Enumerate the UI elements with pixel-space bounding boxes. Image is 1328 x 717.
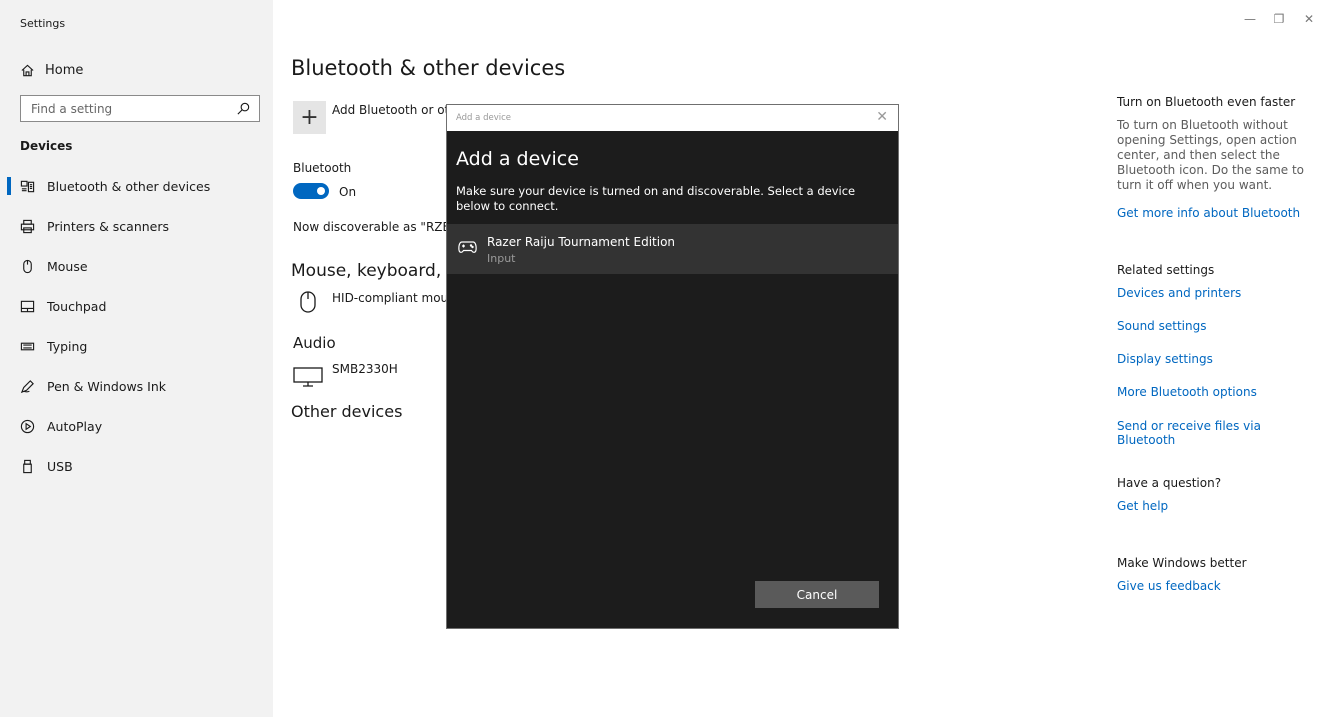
dialog-titlebar: Add a device ✕: [447, 105, 898, 131]
more-bluetooth-options-link[interactable]: More Bluetooth options: [1117, 385, 1317, 399]
close-button[interactable]: ✕: [1302, 12, 1316, 26]
mouse-device-icon: [298, 290, 318, 314]
audio-heading: Audio: [293, 334, 336, 352]
mouse-device-name[interactable]: HID-compliant mouse: [332, 291, 446, 305]
sidebar-item-mouse[interactable]: Mouse: [0, 246, 273, 286]
gamepad-icon: [458, 239, 477, 253]
home-link[interactable]: Home: [20, 59, 83, 81]
bluetooth-faster-heading: Turn on Bluetooth even faster: [1117, 95, 1296, 109]
sidebar-item-bluetooth[interactable]: Bluetooth & other devices: [0, 166, 273, 206]
sidebar-item-label: Mouse: [47, 258, 88, 274]
search-input[interactable]: [31, 101, 221, 116]
add-device-button[interactable]: +: [293, 101, 326, 134]
device-name: Razer Raiju Tournament Edition: [487, 235, 676, 249]
sound-settings-link[interactable]: Sound settings: [1117, 319, 1317, 333]
bluetooth-faster-text: To turn on Bluetooth without opening Set…: [1117, 118, 1305, 192]
sidebar-item-usb[interactable]: USB: [0, 446, 273, 486]
sidebar-item-label: AutoPlay: [47, 418, 103, 434]
sidebar: Settings Home Devices Bluetooth & other …: [0, 0, 273, 717]
home-icon: [20, 63, 35, 78]
audio-device-name[interactable]: SMB2330H: [332, 362, 398, 376]
device-list-item[interactable]: Razer Raiju Tournament Edition Input: [447, 224, 898, 274]
pen-icon: [20, 379, 35, 394]
printer-icon: [20, 219, 35, 234]
sidebar-item-label: Bluetooth & other devices: [47, 178, 211, 194]
give-feedback-link[interactable]: Give us feedback: [1117, 579, 1317, 593]
settings-window: Settings Home Devices Bluetooth & other …: [0, 0, 1328, 717]
minimize-button[interactable]: —: [1243, 12, 1257, 26]
display-settings-link[interactable]: Display settings: [1117, 352, 1317, 366]
search-box[interactable]: [20, 95, 260, 122]
page-title: Bluetooth & other devices: [291, 56, 566, 80]
make-windows-better-heading: Make Windows better: [1117, 556, 1247, 570]
get-help-link[interactable]: Get help: [1117, 499, 1317, 513]
cancel-button[interactable]: Cancel: [755, 581, 879, 608]
usb-icon: [20, 459, 35, 474]
devices-printers-link[interactable]: Devices and printers: [1117, 286, 1317, 300]
sidebar-item-printers[interactable]: Printers & scanners: [0, 206, 273, 246]
device-type: Input: [487, 252, 516, 265]
bluetooth-devices-icon: [20, 179, 35, 194]
mouse-keyboard-pen-heading: Mouse, keyboard, & pen: [291, 261, 446, 281]
dialog-close-icon[interactable]: ✕: [876, 109, 888, 125]
bluetooth-info-link[interactable]: Get more info about Bluetooth: [1117, 206, 1317, 220]
sidebar-item-label: Printers & scanners: [47, 218, 170, 234]
search-icon[interactable]: [236, 101, 251, 116]
section-label-devices: Devices: [20, 139, 73, 153]
sidebar-item-label: USB: [47, 458, 73, 474]
autoplay-icon: [20, 419, 35, 434]
dialog-window-title: Add a device: [456, 113, 511, 123]
bluetooth-toggle[interactable]: [293, 183, 329, 199]
home-label: Home: [45, 62, 84, 78]
sidebar-item-label: Typing: [47, 338, 88, 354]
sidebar-item-label: Pen & Windows Ink: [47, 378, 167, 394]
keyboard-icon: [20, 339, 35, 354]
bluetooth-label: Bluetooth: [293, 161, 352, 175]
touchpad-icon: [20, 299, 35, 314]
sidebar-item-pen[interactable]: Pen & Windows Ink: [0, 366, 273, 406]
sidebar-item-autoplay[interactable]: AutoPlay: [0, 406, 273, 446]
mouse-icon: [20, 259, 35, 274]
sidebar-nav: Bluetooth & other devices Printers & sca…: [0, 166, 273, 486]
monitor-icon: [293, 364, 323, 388]
toggle-knob: [317, 187, 325, 195]
app-title: Settings: [20, 17, 66, 30]
dialog-heading: Add a device: [456, 148, 579, 170]
sidebar-item-label: Touchpad: [47, 298, 107, 314]
sidebar-item-touchpad[interactable]: Touchpad: [0, 286, 273, 326]
send-receive-files-link[interactable]: Send or receive files via Bluetooth: [1117, 419, 1317, 447]
question-heading: Have a question?: [1117, 476, 1222, 490]
dialog-description: Make sure your device is turned on and d…: [456, 184, 856, 213]
discoverable-text: Now discoverable as "RZB-S: [293, 220, 446, 234]
restore-button[interactable]: ❐: [1272, 12, 1286, 26]
other-devices-heading: Other devices: [291, 402, 403, 421]
toggle-state-text: On: [339, 185, 357, 199]
related-settings-heading: Related settings: [1117, 263, 1215, 277]
sidebar-item-typing[interactable]: Typing: [0, 326, 273, 366]
plus-icon: +: [300, 105, 319, 130]
add-device-label[interactable]: Add Bluetooth or other device: [332, 103, 446, 117]
add-device-dialog: Add a device ✕ Add a device Make sure yo…: [446, 104, 899, 629]
